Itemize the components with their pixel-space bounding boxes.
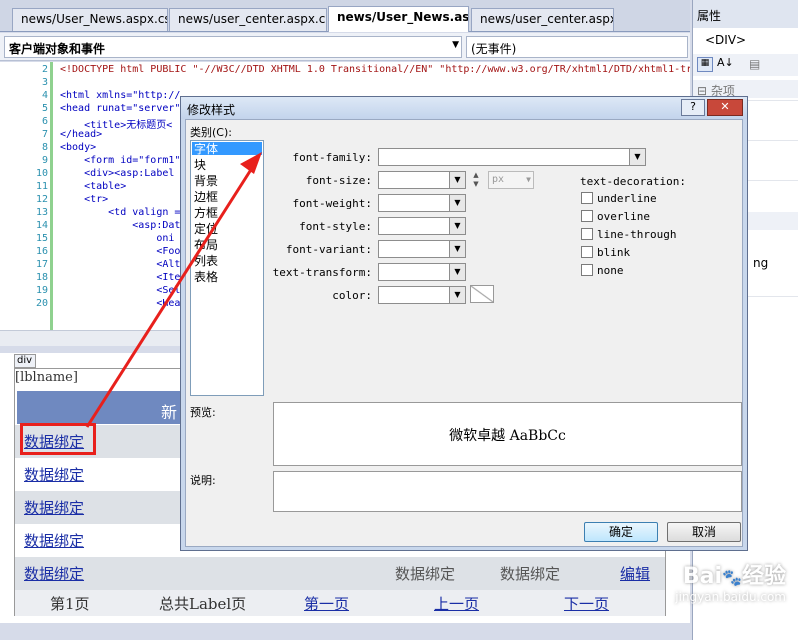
watermark: Bai🐾经验 jingyan.baidu.com <box>612 558 792 628</box>
annotation-arrow <box>85 152 262 428</box>
watermark-main: Bai🐾经验 <box>682 564 786 589</box>
arrow-head <box>240 152 262 174</box>
arrow-line <box>85 167 254 428</box>
watermark-url: jingyan.baidu.com <box>675 590 786 604</box>
